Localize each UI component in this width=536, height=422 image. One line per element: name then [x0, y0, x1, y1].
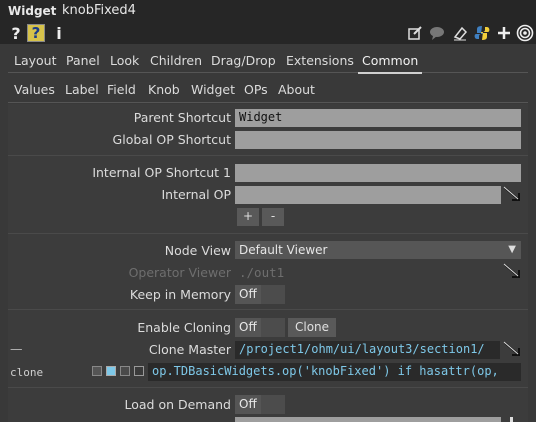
internal-op-field[interactable] [235, 186, 501, 204]
keep-in-memory-toggle-box[interactable] [261, 285, 285, 304]
add-icon[interactable] [495, 24, 513, 42]
node-view-dropdown[interactable]: Default Viewer ▼ [235, 241, 521, 259]
comment-icon[interactable] [428, 24, 446, 42]
parent-shortcut-field[interactable]: Widget [235, 109, 521, 127]
row-mark: — [10, 341, 23, 356]
tab-children[interactable]: Children [150, 53, 202, 68]
clone-button[interactable]: Clone [288, 318, 337, 337]
operator-viewer-label: Operator Viewer [128, 265, 231, 280]
global-op-shortcut-label: Global OP Shortcut [112, 132, 231, 147]
title-bar: Widget knobFixed4 [0, 0, 536, 22]
tab-common[interactable]: Common [357, 53, 423, 74]
node-view-value: Default Viewer [239, 243, 328, 257]
node-view-label: Node View [164, 243, 231, 258]
divider [8, 155, 528, 156]
eraser-icon[interactable] [451, 24, 469, 42]
divider [8, 387, 528, 388]
internal-op-shortcut-field[interactable] [235, 164, 521, 182]
page-tabs-row-1: Layout Panel Look Children Drag/Drop Ext… [8, 47, 528, 74]
global-op-shortcut-field[interactable] [235, 131, 521, 149]
python-help-icon[interactable]: ? [27, 24, 45, 42]
expression-mode-icon[interactable] [106, 366, 116, 376]
drag-arrow-icon[interactable] [502, 186, 522, 204]
tab-knob[interactable]: Knob [148, 82, 180, 97]
tab-ops[interactable]: OPs [244, 82, 268, 97]
load-on-demand-label: Load on Demand [124, 397, 231, 412]
op-type-label: Widget [8, 4, 57, 18]
internal-op-label: Internal OP [161, 187, 231, 202]
tab-layout[interactable]: Layout [14, 53, 57, 68]
tab-look[interactable]: Look [110, 53, 139, 68]
edit-icon[interactable] [406, 24, 424, 42]
export-mode-icon[interactable] [120, 366, 130, 376]
tab-extensions[interactable]: Extensions [286, 53, 354, 68]
op-name-label[interactable]: knobFixed4 [62, 3, 136, 18]
load-on-demand-toggle[interactable]: Off [235, 395, 261, 414]
tab-about[interactable]: About [278, 82, 315, 97]
tab-widget[interactable]: Widget [191, 82, 235, 97]
toolbar: ? ? i [0, 22, 536, 44]
drag-arrow-icon[interactable] [502, 341, 522, 359]
parent-shortcut-label: Parent Shortcut [133, 110, 231, 125]
operator-viewer-field[interactable]: ./out1 [239, 265, 284, 280]
add-shortcut-button[interactable]: + [237, 208, 259, 226]
scrollbar-thumb[interactable] [510, 417, 513, 422]
drag-arrow-icon[interactable] [502, 263, 522, 281]
target-icon[interactable] [516, 24, 534, 42]
help-icon[interactable]: ? [7, 24, 25, 43]
tab-drag-drop[interactable]: Drag/Drop [211, 53, 276, 68]
chevron-down-icon: ▼ [508, 244, 516, 255]
clone-master-label: Clone Master [148, 342, 231, 357]
internal-op-shortcut-label: Internal OP Shortcut 1 [92, 165, 231, 180]
enable-cloning-toggle-box[interactable] [261, 318, 285, 337]
python-icon[interactable] [473, 24, 491, 42]
clone-param-label: clone [10, 366, 44, 379]
page-tabs-row-2: Values Label Field Knob Widget OPs About [8, 75, 528, 103]
divider [8, 309, 528, 310]
enable-cloning-toggle[interactable]: Off [235, 318, 261, 337]
load-on-demand-toggle-box[interactable] [261, 395, 285, 414]
tab-panel[interactable]: Panel [66, 53, 100, 68]
keep-in-memory-toggle[interactable]: Off [235, 285, 261, 304]
tab-label[interactable]: Label [65, 82, 99, 97]
tab-values[interactable]: Values [14, 82, 55, 97]
constant-mode-icon[interactable] [92, 366, 102, 376]
next-param-field[interactable] [235, 417, 501, 422]
tab-field[interactable]: Field [107, 82, 136, 97]
remove-shortcut-button[interactable]: - [262, 208, 284, 226]
divider [8, 233, 528, 234]
info-icon[interactable]: i [50, 24, 68, 43]
clone-expression-field[interactable]: op.TDBasicWidgets.op('knobFixed') if has… [148, 363, 521, 381]
bind-mode-icon[interactable] [134, 366, 144, 376]
clone-master-field[interactable]: /project1/ohm/ui/layout3/section1/ [235, 341, 500, 359]
enable-cloning-label: Enable Cloning [137, 320, 231, 335]
keep-in-memory-label: Keep in Memory [129, 287, 231, 302]
